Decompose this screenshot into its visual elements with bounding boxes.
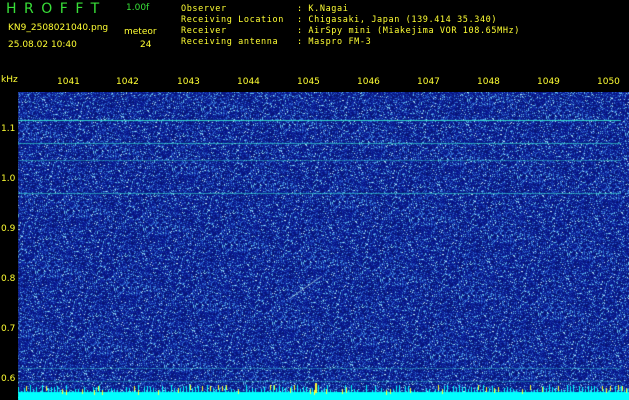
x-tick-label: 1047: [417, 77, 440, 87]
version-label: 1.00f: [126, 3, 150, 13]
mode-label: meteor: [124, 27, 157, 37]
datetime-label: 25.08.02 10:40: [8, 40, 77, 50]
observer-label: Observer: [181, 4, 227, 14]
count-label: 24: [140, 40, 152, 50]
observer-value: : K.Nagai: [297, 4, 349, 14]
x-tick-label: 1050: [597, 77, 620, 87]
y-unit-label: kHz: [1, 75, 18, 85]
location-value: : Chigasaki, Japan (139.414 35.340): [297, 15, 498, 25]
x-tick-label: 1046: [357, 77, 380, 87]
x-tick-label: 1043: [177, 77, 200, 87]
receiver-label: Receiver: [181, 26, 227, 36]
x-tick-label: 1042: [116, 77, 139, 87]
y-tick-label: 0.9: [1, 224, 16, 234]
x-tick-label: 1045: [297, 77, 320, 87]
y-tick-label: 0.8: [1, 274, 16, 284]
receiver-value: : AirSpy mini (Miakejima VOR 108.65MHz): [297, 26, 520, 36]
y-tick-label: 1.0: [1, 174, 16, 184]
x-tick-label: 1049: [537, 77, 560, 87]
x-tick-label: 1048: [477, 77, 500, 87]
y-tick-label: 0.6: [1, 374, 16, 384]
x-tick-label: 1044: [237, 77, 260, 87]
antenna-label: Receiving antenna: [181, 37, 279, 47]
filename-label: KN9_2508021040.png: [8, 23, 109, 33]
y-tick-label: 0.7: [1, 324, 16, 334]
y-tick-label: 1.1: [1, 124, 16, 134]
x-tick-label: 1041: [57, 77, 80, 87]
location-label: Receiving Location: [181, 15, 284, 25]
antenna-value: : Maspro FM-3: [297, 37, 372, 47]
app-title: HROFFT: [6, 1, 107, 17]
